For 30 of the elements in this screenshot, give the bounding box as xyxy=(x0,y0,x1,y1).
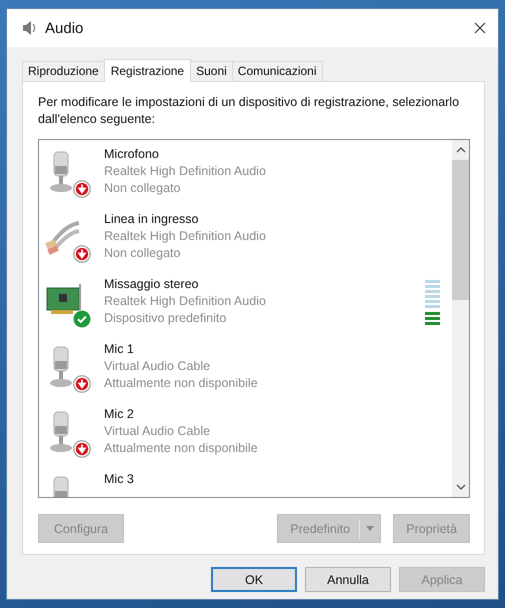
device-status: Attualmente non disponibile xyxy=(104,440,258,457)
device-name[interactable]: Microfono xyxy=(104,146,159,163)
device-driver: Virtual Audio Cable xyxy=(104,358,210,375)
tab[interactable]: Riproduzione xyxy=(22,61,105,81)
scrollbar-thumb[interactable] xyxy=(452,160,469,300)
device-driver: Virtual Audio Cable xyxy=(104,423,210,440)
close-icon[interactable] xyxy=(474,22,486,34)
device-name[interactable]: Linea in ingresso xyxy=(104,211,199,228)
dialog-button[interactable]: OK xyxy=(211,567,297,592)
device-status: Non collegato xyxy=(104,180,180,197)
device-status: Attualmente non disponibile xyxy=(104,375,258,392)
window-title: Audio xyxy=(45,20,84,36)
speaker-icon xyxy=(21,20,37,36)
tab[interactable]: Comunicazioni xyxy=(232,61,322,81)
scrollbar[interactable] xyxy=(452,140,469,497)
tab[interactable]: Registrazione xyxy=(104,59,192,82)
device-status: Dispositivo predefinito xyxy=(104,310,226,327)
device-name[interactable]: Missaggio stereo xyxy=(104,276,198,293)
scroll-down-icon[interactable] xyxy=(456,484,466,490)
dialog-button[interactable]: Annulla xyxy=(305,567,391,592)
device-name[interactable]: Mic 3 xyxy=(104,471,134,488)
device-status: Non collegato xyxy=(104,245,180,262)
device-name[interactable]: Mic 1 xyxy=(104,341,134,358)
device-name[interactable]: Mic 2 xyxy=(104,406,134,423)
device-driver: Realtek High Definition Audio xyxy=(104,163,266,180)
device-driver: Realtek High Definition Audio xyxy=(104,293,266,310)
microphone-icon xyxy=(53,476,69,497)
instruction-text: Per modificare le impostazioni di un dispositivo di registrazione, selezionarlo dall'elenco seguente: xyxy=(38,94,460,128)
scroll-up-icon[interactable] xyxy=(456,147,466,153)
device-driver: Realtek High Definition Audio xyxy=(104,228,266,245)
